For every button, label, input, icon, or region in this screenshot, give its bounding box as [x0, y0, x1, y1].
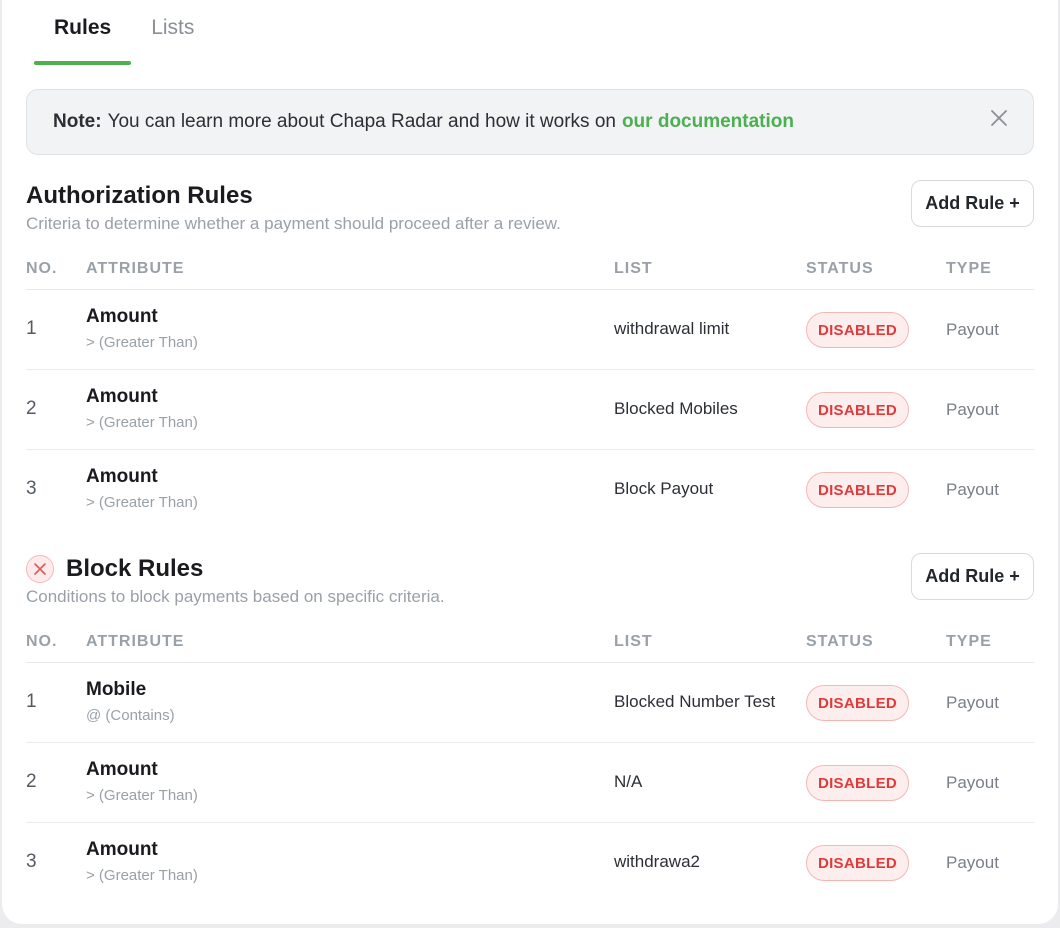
rule-number: 1: [26, 318, 37, 339]
table-header: NO. ATTRIBUTE LIST STATUS TYPE: [26, 260, 1034, 290]
rule-number: 2: [26, 771, 37, 792]
authorization-rules-description: Criteria to determine whether a payment …: [26, 214, 561, 233]
block-rules-title: Block Rules: [66, 555, 204, 582]
status-badge: DISABLED: [806, 312, 909, 348]
attribute-name: Amount: [86, 306, 158, 327]
attribute-name: Mobile: [86, 679, 147, 700]
x-circle-icon: [26, 555, 54, 583]
authorization-rules-section: Authorization Rules Criteria to determin…: [26, 180, 1034, 520]
col-status: STATUS: [806, 260, 874, 277]
table-row[interactable]: 3 Amount > (Greater Than) Block Payout D…: [26, 450, 1034, 530]
status-badge: DISABLED: [806, 472, 909, 508]
rule-list: withdrawal limit: [614, 319, 730, 338]
status-badge: DISABLED: [806, 765, 909, 801]
status-badge: DISABLED: [806, 845, 909, 881]
col-list: LIST: [614, 260, 653, 277]
table-row[interactable]: 1 Mobile @ (Contains) Blocked Number Tes…: [26, 663, 1034, 743]
attribute-name: Amount: [86, 466, 158, 487]
rules-page: Rules Lists Note: You can learn more abo…: [0, 0, 1060, 928]
close-icon[interactable]: [989, 108, 1009, 128]
col-attribute: ATTRIBUTE: [86, 633, 185, 650]
col-no: NO.: [26, 260, 58, 277]
tab-rules[interactable]: Rules: [34, 0, 132, 66]
col-list: LIST: [614, 633, 653, 650]
table-header: NO. ATTRIBUTE LIST STATUS TYPE: [26, 633, 1034, 663]
rule-list: N/A: [614, 772, 643, 791]
rule-type: Payout: [946, 320, 999, 339]
col-type: TYPE: [946, 633, 992, 650]
attribute-operator: @ (Contains): [86, 707, 175, 724]
rule-attribute: Amount > (Greater Than): [86, 466, 198, 511]
documentation-link[interactable]: our documentation: [622, 111, 794, 133]
rule-attribute: Amount > (Greater Than): [86, 386, 198, 431]
rule-type: Payout: [946, 853, 999, 872]
rule-list: Block Payout: [614, 479, 714, 498]
rule-type: Payout: [946, 400, 999, 419]
tab-lists[interactable]: Lists: [131, 0, 214, 66]
rule-list: Blocked Number Test: [614, 692, 776, 711]
table-row[interactable]: 1 Amount > (Greater Than) withdrawal lim…: [26, 290, 1034, 370]
attribute-name: Amount: [86, 759, 158, 780]
attribute-operator: > (Greater Than): [86, 494, 198, 511]
attribute-operator: > (Greater Than): [86, 334, 198, 351]
attribute-operator: > (Greater Than): [86, 867, 198, 884]
note-prefix: Note:: [53, 111, 102, 132]
table-row[interactable]: 2 Amount > (Greater Than) Blocked Mobile…: [26, 370, 1034, 450]
col-status: STATUS: [806, 633, 874, 650]
note-text: You can learn more about Chapa Radar and…: [107, 111, 616, 132]
table-row[interactable]: 3 Amount > (Greater Than) withdrawa2 DIS…: [26, 823, 1034, 903]
col-attribute: ATTRIBUTE: [86, 260, 185, 277]
rule-type: Payout: [946, 773, 999, 792]
attribute-name: Amount: [86, 839, 158, 860]
rule-number: 3: [26, 851, 37, 872]
authorization-rules-title: Authorization Rules: [26, 182, 253, 209]
attribute-operator: > (Greater Than): [86, 787, 198, 804]
col-no: NO.: [26, 633, 58, 650]
rule-number: 2: [26, 398, 37, 419]
attribute-name: Amount: [86, 386, 158, 407]
block-rules-heading: Block Rules: [26, 553, 1034, 585]
rule-list: Blocked Mobiles: [614, 399, 738, 418]
rule-list: withdrawa2: [614, 852, 700, 871]
attribute-operator: > (Greater Than): [86, 414, 198, 431]
rule-type: Payout: [946, 480, 999, 499]
block-rules-description: Conditions to block payments based on sp…: [26, 587, 445, 606]
rule-attribute: Amount > (Greater Than): [86, 306, 198, 351]
rule-number: 1: [26, 691, 37, 712]
add-block-rule-button[interactable]: Add Rule +: [911, 553, 1034, 600]
rule-number: 3: [26, 478, 37, 499]
table-row[interactable]: 2 Amount > (Greater Than) N/A DISABLED P…: [26, 743, 1034, 823]
tab-bar: Rules Lists: [34, 0, 214, 66]
col-type: TYPE: [946, 260, 992, 277]
rule-type: Payout: [946, 693, 999, 712]
rule-attribute: Amount > (Greater Than): [86, 759, 198, 804]
status-badge: DISABLED: [806, 392, 909, 428]
block-rules-section: Block Rules Conditions to block payments…: [26, 553, 1034, 893]
rule-attribute: Amount > (Greater Than): [86, 839, 198, 884]
rule-attribute: Mobile @ (Contains): [86, 679, 175, 724]
note-banner: Note: You can learn more about Chapa Rad…: [26, 89, 1034, 155]
add-authorization-rule-button[interactable]: Add Rule +: [911, 180, 1034, 227]
status-badge: DISABLED: [806, 685, 909, 721]
